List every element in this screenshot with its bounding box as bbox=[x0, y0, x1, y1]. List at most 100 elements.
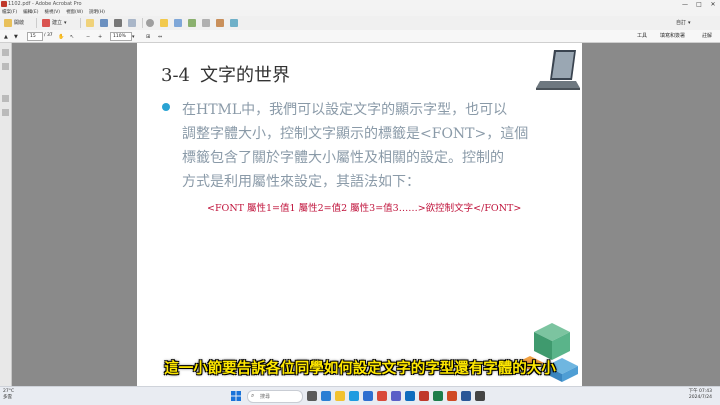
zoom-in-button[interactable]: + bbox=[98, 31, 102, 42]
tab-tools[interactable]: 工具 bbox=[633, 31, 651, 41]
layers-icon[interactable] bbox=[2, 95, 9, 102]
laptop-illustration bbox=[536, 50, 580, 90]
system-clock[interactable]: 下午 07:43 2024/7/24 bbox=[689, 389, 712, 401]
open-button[interactable]: 開啟 bbox=[4, 17, 24, 28]
sign-tool-button[interactable] bbox=[174, 17, 182, 28]
attachments-icon[interactable] bbox=[2, 109, 9, 116]
paperclip-icon bbox=[202, 18, 210, 27]
review-button[interactable] bbox=[230, 17, 238, 28]
email-button[interactable] bbox=[128, 17, 136, 28]
widgets-icon[interactable] bbox=[321, 391, 331, 401]
page-thumbnails-icon[interactable] bbox=[2, 49, 9, 56]
bookmarks-icon[interactable] bbox=[2, 63, 9, 70]
folder-open-icon bbox=[86, 18, 94, 27]
video-app-icon[interactable] bbox=[475, 391, 485, 401]
share-icon bbox=[188, 18, 196, 27]
minus-icon: − bbox=[86, 33, 91, 40]
chevron-down-icon: ▾ bbox=[132, 33, 135, 40]
toolbar-divider bbox=[80, 18, 81, 28]
minimize-button[interactable]: — bbox=[678, 0, 692, 9]
font-syntax-example: <FONT 屬性1=值1 屬性2=值2 屬性3=值3……>欲控制文字</FONT… bbox=[207, 203, 522, 214]
maximize-button[interactable]: □ bbox=[692, 0, 706, 9]
navigation-toolbar: ▲ ▼ 15 / 37 ✋ ↖ − + 110% ▾ ⊞ ⇔ 工具 填寫和簽署 … bbox=[0, 30, 720, 43]
main-toolbar: 開啟 建立 ▾ 自訂 ▾ bbox=[0, 16, 720, 31]
arrow-down-icon: ▼ bbox=[14, 33, 18, 40]
excel-icon[interactable] bbox=[433, 391, 443, 401]
edge-browser-icon[interactable] bbox=[349, 391, 359, 401]
cursor-icon: ↖ bbox=[70, 33, 75, 40]
menu-edit[interactable]: 編輯(E) bbox=[23, 9, 38, 16]
clock-date: 2024/7/24 bbox=[688, 395, 712, 400]
menu-bar: 檔案(F) 編輯(E) 檢視(V) 視窗(W) 說明(H) bbox=[0, 9, 720, 16]
weather-widget[interactable]: 27°C 多雲 bbox=[3, 389, 14, 401]
fit-page-icon: ⊞ bbox=[146, 33, 151, 40]
menu-help[interactable]: 說明(H) bbox=[89, 9, 105, 16]
stamp-icon bbox=[216, 18, 224, 27]
settings-button[interactable] bbox=[146, 17, 154, 28]
tab-fill-sign[interactable]: 填寫和簽署 bbox=[656, 31, 689, 41]
create-button[interactable]: 建立 ▾ bbox=[42, 17, 67, 28]
windows-start-icon[interactable] bbox=[231, 391, 241, 401]
acrobat-taskbar-icon[interactable] bbox=[419, 391, 429, 401]
bullet-point bbox=[162, 103, 170, 111]
toolbar-divider bbox=[36, 18, 37, 28]
attach-button[interactable] bbox=[202, 17, 210, 28]
create-label: 建立 bbox=[52, 20, 63, 26]
close-button[interactable]: ✕ bbox=[706, 0, 720, 9]
next-page-button[interactable]: ▼ bbox=[14, 31, 18, 42]
save-icon bbox=[100, 18, 108, 27]
slide-section-number: 3-4 bbox=[161, 65, 190, 86]
fit-page-button[interactable]: ⊞ bbox=[146, 31, 150, 42]
customize-button[interactable]: 自訂 ▾ bbox=[676, 17, 691, 28]
menu-file[interactable]: 檔案(F) bbox=[2, 9, 17, 16]
hand-tool-button[interactable]: ✋ bbox=[58, 31, 64, 42]
gear-icon bbox=[146, 18, 154, 27]
page-total: / 37 bbox=[44, 33, 53, 38]
zoom-out-button[interactable]: − bbox=[86, 31, 90, 42]
powerpoint-icon[interactable] bbox=[447, 391, 457, 401]
task-view-icon[interactable] bbox=[307, 391, 317, 401]
pdf-page[interactable]: 3-4 文字的世界 在HTML中，我們可以設定文字的顯示字型，也可以 調整字體大小… bbox=[137, 43, 582, 386]
file-explorer-icon[interactable] bbox=[335, 391, 345, 401]
tab-comment[interactable]: 註解 bbox=[698, 31, 716, 41]
customize-label: 自訂 bbox=[676, 20, 687, 26]
stamp-button[interactable] bbox=[216, 17, 224, 28]
body-line: 調整字體大小，控制文字顯示的標籤是<FONT>，這個 bbox=[182, 126, 529, 142]
share-button[interactable] bbox=[188, 17, 196, 28]
teams-icon[interactable] bbox=[391, 391, 401, 401]
create-pdf-icon bbox=[42, 18, 50, 27]
envelope-icon bbox=[128, 18, 136, 27]
word-icon[interactable] bbox=[461, 391, 471, 401]
body-line: 標籤包含了關於字體大小屬性及相關的設定。控制的 bbox=[182, 150, 504, 166]
zoom-dropdown[interactable]: ▾ bbox=[132, 31, 135, 42]
menu-view[interactable]: 檢視(V) bbox=[44, 9, 60, 16]
comment-tool-button[interactable] bbox=[160, 17, 168, 28]
search-icon: ⌕ bbox=[251, 392, 255, 399]
plus-icon: + bbox=[98, 33, 103, 40]
chrome-browser-icon[interactable] bbox=[377, 391, 387, 401]
speech-bubble-icon bbox=[160, 18, 168, 27]
open-file-button[interactable] bbox=[86, 17, 94, 28]
search-placeholder: 搜尋 bbox=[260, 394, 271, 400]
print-button[interactable] bbox=[114, 17, 122, 28]
taskbar-search[interactable]: ⌕ 搜尋 bbox=[247, 390, 303, 403]
body-line: 方式是利用屬性來設定，其語法如下： bbox=[182, 174, 420, 190]
open-label: 開啟 bbox=[14, 20, 25, 26]
fit-width-button[interactable]: ⇔ bbox=[158, 31, 162, 42]
outlook-icon[interactable] bbox=[405, 391, 415, 401]
folder-icon bbox=[4, 18, 12, 27]
save-button[interactable] bbox=[100, 17, 108, 28]
select-tool-button[interactable]: ↖ bbox=[70, 31, 74, 42]
slide-title-text: 文字的世界 bbox=[200, 65, 290, 86]
prev-page-button[interactable]: ▲ bbox=[4, 31, 8, 42]
review-icon bbox=[230, 18, 238, 27]
zoom-level-input[interactable]: 110% bbox=[110, 32, 132, 41]
title-bar: 1102.pdf - Adobe Acrobat Pro — □ ✕ bbox=[0, 0, 720, 9]
window-title: 1102.pdf - Adobe Acrobat Pro bbox=[8, 1, 82, 7]
window-controls: — □ ✕ bbox=[678, 0, 720, 9]
chevron-down-icon: ▾ bbox=[64, 19, 67, 26]
menu-window[interactable]: 視窗(W) bbox=[66, 9, 83, 16]
store-icon[interactable] bbox=[363, 391, 373, 401]
slide-body-text: 在HTML中，我們可以設定文字的顯示字型，也可以 調整字體大小，控制文字顯示的標… bbox=[182, 98, 592, 194]
page-number-input[interactable]: 15 bbox=[27, 32, 43, 41]
